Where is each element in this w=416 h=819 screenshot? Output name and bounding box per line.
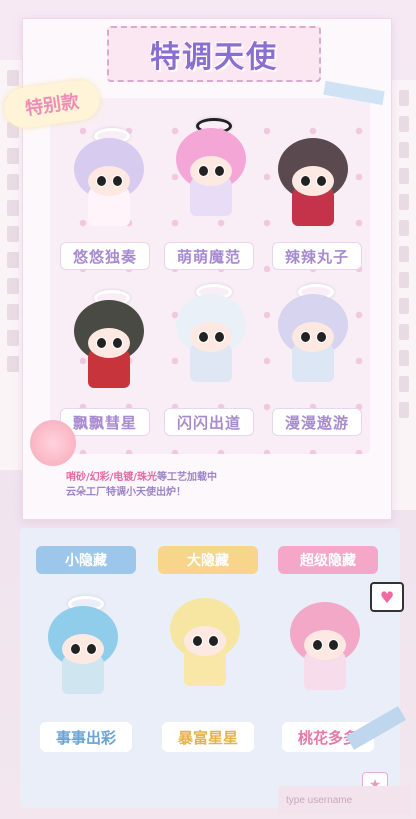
figure-face — [292, 166, 334, 196]
hidden-label-2: 暴富星星 — [162, 722, 254, 752]
eye-icon — [96, 337, 107, 349]
eye-icon — [316, 175, 327, 187]
figure-1[interactable] — [66, 128, 152, 236]
eye-icon — [198, 331, 209, 343]
figure-face — [88, 166, 130, 196]
eye-icon — [198, 165, 209, 177]
figure-label-1: 悠悠独奏 — [60, 242, 150, 270]
film-strip-right — [391, 80, 416, 510]
figure-face — [190, 322, 232, 352]
eye-icon — [192, 635, 203, 647]
figure-label-2: 萌萌魔范 — [164, 242, 254, 270]
eye-icon — [300, 175, 311, 187]
description-line2: 云朵工厂特调小天使出炉！ — [66, 487, 186, 498]
figure-4[interactable] — [66, 290, 152, 398]
eye-icon — [112, 175, 123, 187]
figure-3[interactable] — [270, 128, 356, 236]
figure-label-5: 闪闪出道 — [164, 408, 254, 436]
tag-small-hidden: 小隐藏 — [36, 546, 136, 574]
eye-icon — [316, 331, 327, 343]
eye-icon — [300, 331, 311, 343]
eye-icon — [328, 639, 339, 651]
eye-icon — [96, 175, 107, 187]
hidden-figure-1[interactable] — [40, 596, 126, 704]
figure-face — [88, 328, 130, 358]
figure-label-6: 漫漫遨游 — [272, 408, 362, 436]
heart-icon[interactable]: ♥ — [370, 582, 404, 612]
eye-icon — [208, 635, 219, 647]
figure-5[interactable] — [168, 284, 254, 392]
figure-face — [292, 322, 334, 352]
eye-icon — [214, 331, 225, 343]
eye-icon — [86, 643, 97, 655]
figure-label-3: 辣辣丸子 — [272, 242, 362, 270]
figure-face — [304, 630, 346, 660]
hidden-figure-2[interactable] — [162, 588, 248, 696]
eye-icon — [312, 639, 323, 651]
username-input[interactable] — [278, 786, 410, 814]
hidden-figure-3[interactable] — [282, 592, 368, 700]
figure-face — [184, 626, 226, 656]
tag-big-hidden: 大隐藏 — [158, 546, 258, 574]
figure-6[interactable] — [270, 284, 356, 392]
pompom-decoration — [30, 420, 76, 466]
figure-2[interactable] — [168, 118, 254, 226]
hidden-label-1: 事事出彩 — [40, 722, 132, 752]
description-keywords: 哨砂/幻彩/电镀/珠光 — [66, 472, 157, 483]
eye-icon — [112, 337, 123, 349]
figure-face — [190, 156, 232, 186]
page-title: 特调天使 — [107, 26, 321, 82]
description-line1: 等工艺加载中 — [156, 472, 217, 483]
tag-super-hidden: 超级隐藏 — [278, 546, 378, 574]
eye-icon — [70, 643, 81, 655]
description: 哨砂/幻彩/电镀/珠光等工艺加载中 云朵工厂特调小天使出炉！ — [66, 470, 366, 500]
figure-face — [62, 634, 104, 664]
eye-icon — [214, 165, 225, 177]
